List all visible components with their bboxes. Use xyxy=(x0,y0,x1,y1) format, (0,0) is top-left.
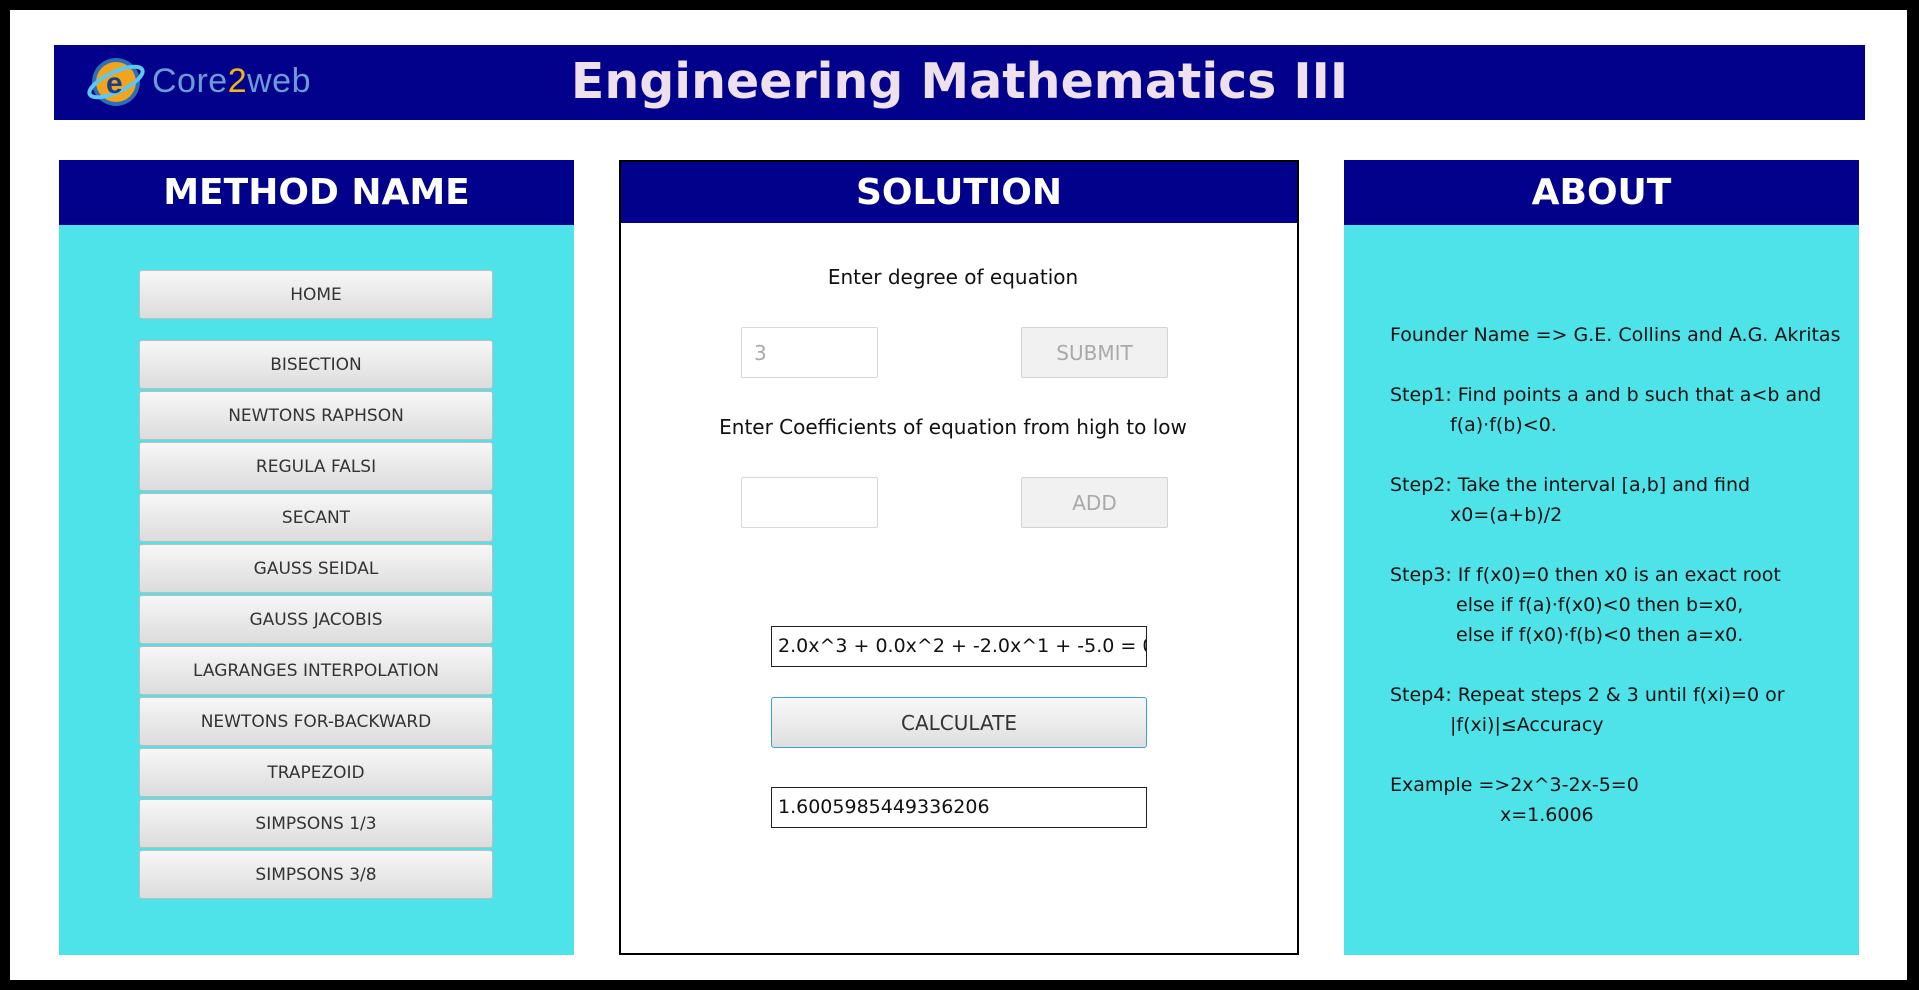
about-panel: ABOUT Founder Name => G.E. Collins and A… xyxy=(1344,160,1859,955)
about-text: Founder Name => G.E. Collins and A.G. Ak… xyxy=(1390,320,1850,860)
coefficient-input[interactable] xyxy=(741,477,878,528)
newtons-for-backward-button[interactable]: NEWTONS FOR-BACKWARD xyxy=(139,697,493,746)
gauss-jacobis-button[interactable]: GAUSS JACOBIS xyxy=(139,595,493,644)
equation-display: 2.0x^3 + 0.0x^2 + -2.0x^1 + -5.0 = 0 xyxy=(771,626,1147,667)
example-answer: x=1.6006 xyxy=(1500,804,1594,826)
title-bar: e Core2web Engineering Mathematics III xyxy=(54,45,1865,120)
solution-body: Enter degree of equation SUBMIT Enter Co… xyxy=(621,227,1297,953)
gauss-seidal-button[interactable]: GAUSS SEIDAL xyxy=(139,544,493,593)
method-name-panel: METHOD NAME HOME BISECTION NEWTONS RAPHS… xyxy=(59,160,574,955)
coefficients-label: Enter Coefficients of equation from high… xyxy=(719,415,1187,439)
regula-falsi-button[interactable]: REGULA FALSI xyxy=(139,442,493,491)
step3-detail-2: else if f(x0)·f(b)<0 then a=x0. xyxy=(1456,624,1744,646)
step2-detail: x0=(a+b)/2 xyxy=(1450,504,1563,526)
result-display: 1.6005985449336206 xyxy=(771,787,1147,828)
secant-button[interactable]: SECANT xyxy=(139,493,493,542)
about-body: Founder Name => G.E. Collins and A.G. Ak… xyxy=(1344,225,1859,955)
home-button[interactable]: HOME xyxy=(139,270,493,319)
method-name-header: METHOD NAME xyxy=(59,160,574,225)
newtons-raphson-button[interactable]: NEWTONS RAPHSON xyxy=(139,391,493,440)
add-button[interactable]: ADD xyxy=(1021,477,1168,528)
step3-detail-1: else if f(a)·f(x0)<0 then b=x0, xyxy=(1456,594,1744,616)
step1-line: Step1: Find points a and b such that a<b… xyxy=(1390,384,1822,406)
degree-label: Enter degree of equation xyxy=(827,265,1079,289)
about-header: ABOUT xyxy=(1344,160,1859,225)
example-line: Example =>2x^3-2x-5=0 xyxy=(1390,774,1639,796)
simpsons-1-3-button[interactable]: SIMPSONS 1/3 xyxy=(139,799,493,848)
calculate-button[interactable]: CALCULATE xyxy=(771,697,1147,748)
method-list: HOME BISECTION NEWTONS RAPHSON REGULA FA… xyxy=(59,225,574,955)
solution-panel: SOLUTION Enter degree of equation SUBMIT… xyxy=(619,160,1299,955)
degree-input[interactable] xyxy=(741,327,878,378)
bisection-button[interactable]: BISECTION xyxy=(139,340,493,389)
founder-line: Founder Name => G.E. Collins and A.G. Ak… xyxy=(1390,324,1841,346)
step4-line: Step4: Repeat steps 2 & 3 until f(xi)=0 … xyxy=(1390,684,1785,706)
step2-line: Step2: Take the interval [a,b] and find xyxy=(1390,474,1751,496)
submit-button[interactable]: SUBMIT xyxy=(1021,327,1168,378)
trapezoid-button[interactable]: TRAPEZOID xyxy=(139,748,493,797)
page-title: Engineering Mathematics III xyxy=(570,53,1349,110)
lagranges-interpolation-button[interactable]: LAGRANGES INTERPOLATION xyxy=(139,646,493,695)
simpsons-3-8-button[interactable]: SIMPSONS 3/8 xyxy=(139,850,493,899)
solution-header: SOLUTION xyxy=(621,162,1297,223)
step4-detail: |f(xi)|≤Accuracy xyxy=(1450,714,1604,736)
step3-line: Step3: If f(x0)=0 then x0 is an exact ro… xyxy=(1390,564,1781,586)
step1-detail: f(a)·f(b)<0. xyxy=(1450,414,1557,436)
